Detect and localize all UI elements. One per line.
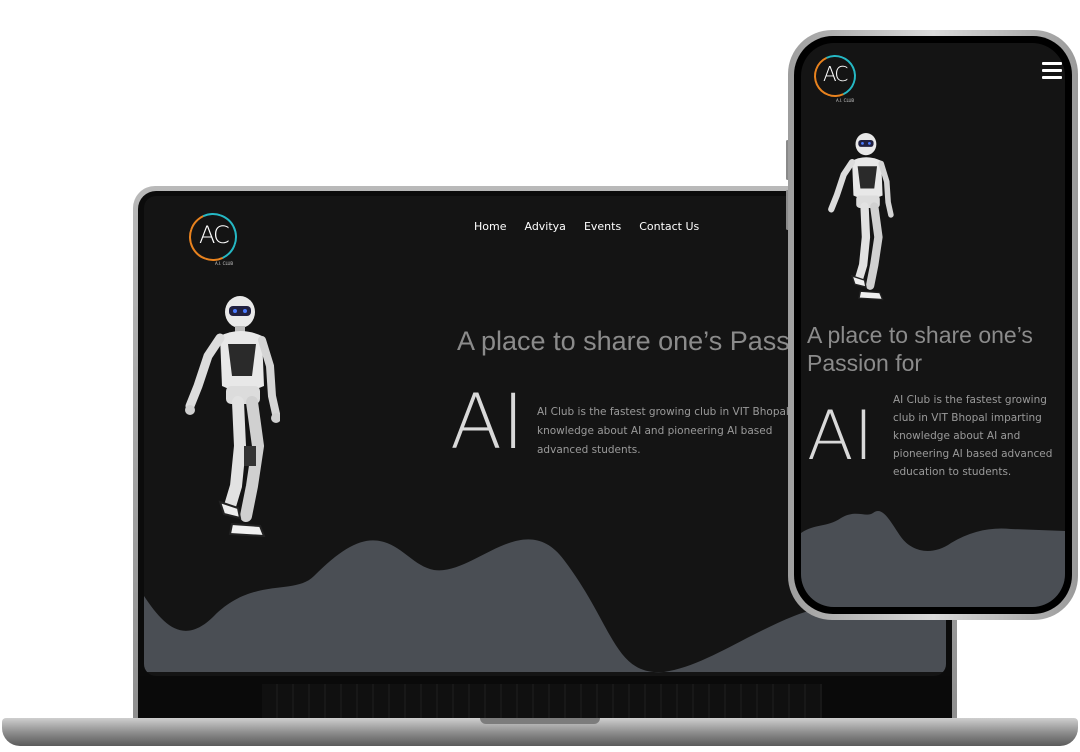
nav-events[interactable]: Events <box>584 220 621 233</box>
robot-image <box>185 296 280 538</box>
nav-contact-us[interactable]: Contact Us <box>639 220 699 233</box>
hamburger-menu-icon[interactable] <box>1042 62 1062 80</box>
hero-description: AI Club is the fastest growing club in V… <box>537 406 802 456</box>
logo-mark: AC <box>823 62 848 86</box>
hero-ai-text: AI <box>450 377 525 466</box>
hero-title: A place to share one’s Pass <box>457 326 790 356</box>
nav-advitya[interactable]: Advitya <box>524 220 565 233</box>
nav-home[interactable]: Home <box>474 220 506 233</box>
logo-mark: AC <box>199 221 230 249</box>
menu-bar <box>1042 76 1062 79</box>
mobile-hero-ai-text: AI <box>807 397 874 476</box>
club-logo[interactable]: AC A.I. CLUB <box>182 206 244 268</box>
mobile-hero-title-line2: Passion for <box>807 350 923 376</box>
mobile-club-logo[interactable]: AC A.I. CLUB <box>808 49 862 103</box>
phone-screen: AC A.I. CLUB A place to share one’s Pass… <box>801 43 1065 607</box>
mobile-hero-description: AI Club is the fastest growing club in V… <box>893 394 1053 478</box>
menu-bar <box>1042 69 1062 72</box>
menu-bar <box>1042 62 1062 65</box>
mobile-hero-title-line1: A place to share one’s <box>807 322 1033 348</box>
logo-subtext: A.I. CLUB <box>215 261 234 266</box>
laptop-notch <box>480 718 600 724</box>
mobile-robot-image <box>828 133 894 301</box>
main-nav: Home Advitya Events Contact Us <box>474 220 699 233</box>
laptop-keyboard <box>262 684 822 718</box>
logo-subtext: A.I. CLUB <box>836 98 855 103</box>
